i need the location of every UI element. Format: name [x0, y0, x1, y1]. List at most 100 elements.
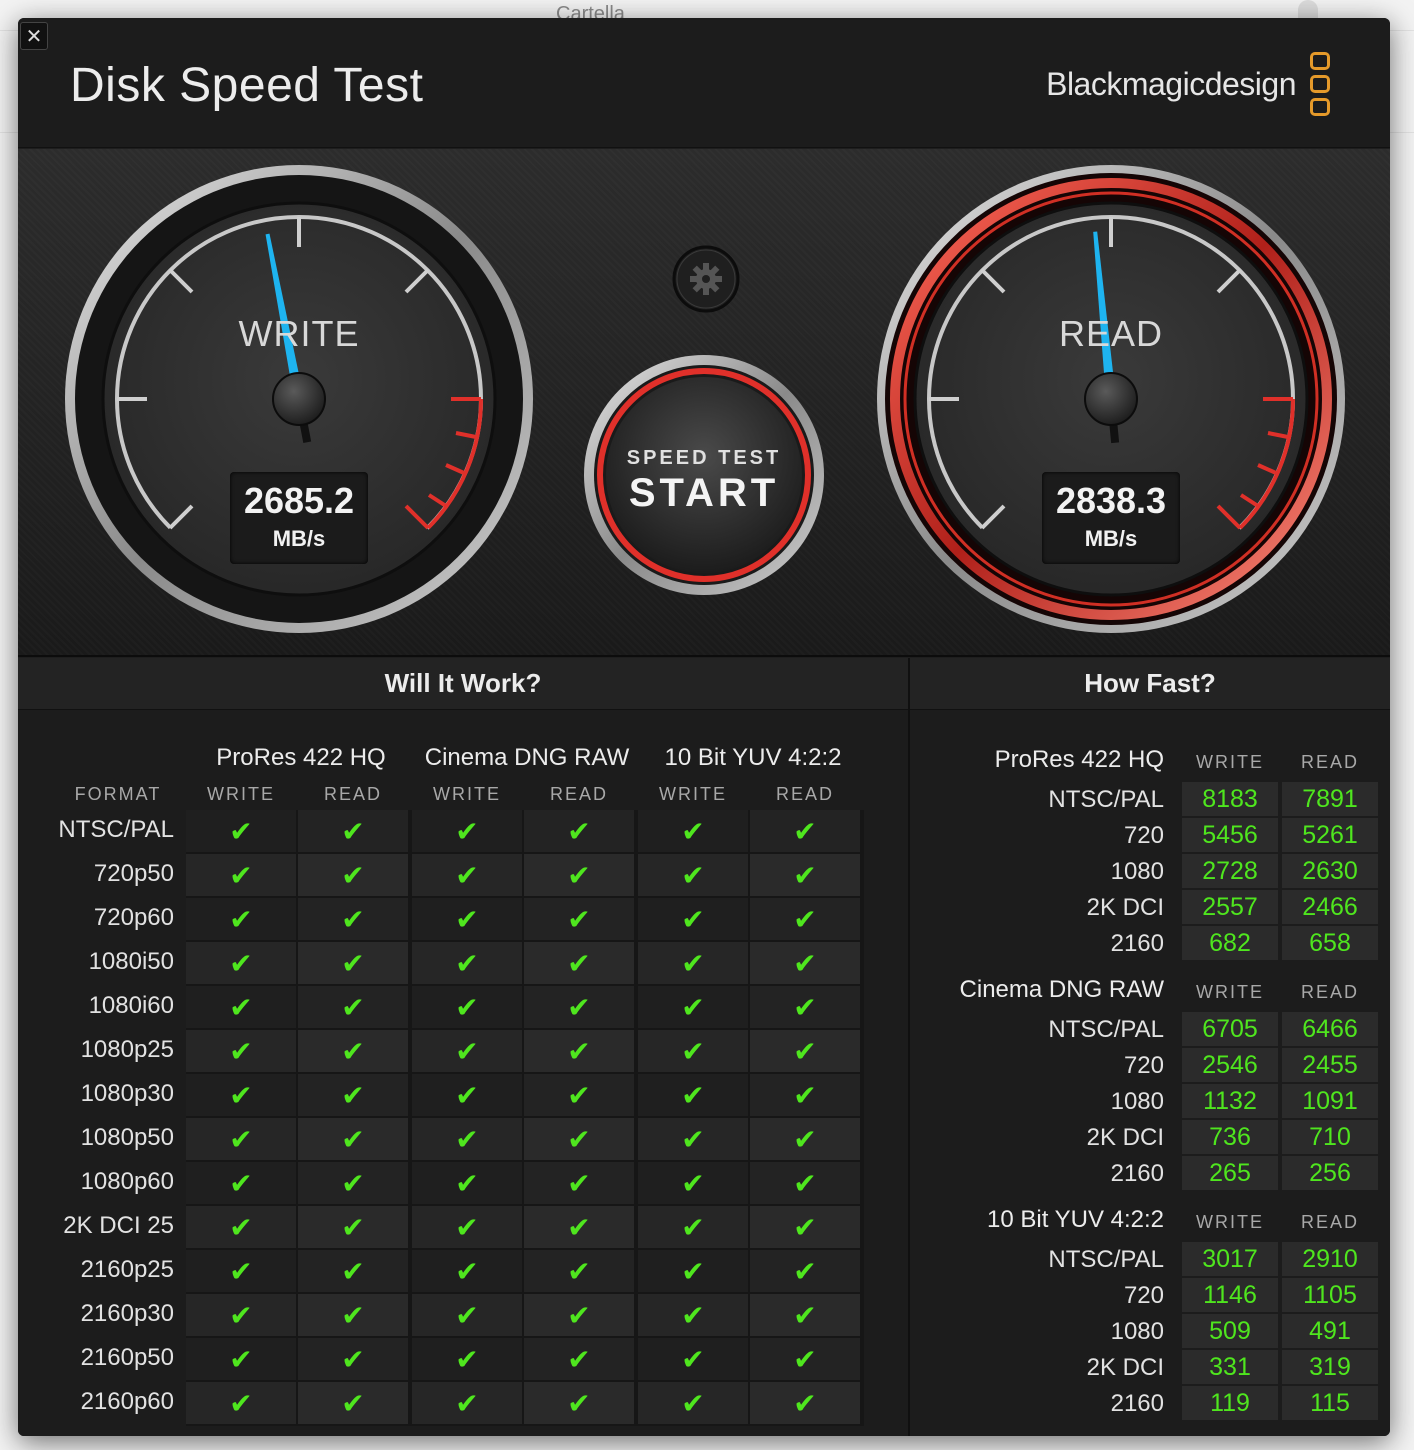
compatibility-cell: ✔	[638, 854, 748, 896]
check-icon: ✔	[793, 946, 817, 980]
compatibility-cell: ✔	[638, 1162, 748, 1204]
write-read-column-header: READ	[775, 784, 834, 804]
compatibility-cell: ✔	[412, 898, 522, 940]
how-fast-read-value: 2455	[1282, 1048, 1378, 1082]
how-fast-read-value: 2466	[1282, 890, 1378, 924]
check-icon: ✔	[341, 1078, 365, 1112]
how-fast-write-header: WRITE	[1196, 752, 1264, 772]
check-icon: ✔	[229, 1122, 253, 1156]
format-label: 1080p50	[80, 1124, 174, 1151]
how-fast-title: How Fast?	[910, 658, 1390, 710]
check-icon: ✔	[229, 946, 253, 980]
format-label: 1080p30	[80, 1080, 174, 1107]
how-fast-panel: ProRes 422 HQ WRITE READ NTSC/PAL 8183 7891 72…	[910, 710, 1390, 1436]
format-label: 2160p25	[80, 1256, 174, 1283]
compatibility-cell: ✔	[638, 986, 748, 1028]
compatibility-cell: ✔	[638, 1338, 748, 1380]
compatibility-cell: ✔	[524, 854, 634, 896]
compatibility-cell: ✔	[750, 1162, 860, 1204]
compatibility-cell: ✔	[298, 986, 408, 1028]
check-icon: ✔	[567, 1386, 591, 1420]
format-column-header: FORMAT	[74, 784, 162, 804]
compatibility-cell: ✔	[638, 810, 748, 852]
compatibility-cell: ✔	[412, 1118, 522, 1160]
how-fast-write-value: 1146	[1182, 1278, 1278, 1312]
will-it-work-panel: ProRes 422 HQ Cinema DNG RAW 10 Bit YUV 4:…	[18, 710, 908, 1436]
write-read-column-header: READ	[549, 784, 608, 804]
compatibility-cell: ✔	[412, 986, 522, 1028]
check-icon: ✔	[681, 858, 705, 892]
check-icon: ✔	[341, 1342, 365, 1376]
compatibility-cell: ✔	[412, 1250, 522, 1292]
how-fast-read-value: 6466	[1282, 1012, 1378, 1046]
codec-header: 10 Bit YUV 4:2:2	[664, 744, 842, 771]
compatibility-cell: ✔	[750, 854, 860, 896]
check-icon: ✔	[455, 902, 479, 936]
check-icon: ✔	[455, 990, 479, 1024]
compatibility-cell: ✔	[186, 1294, 296, 1336]
write-speed-unit: MB/s	[272, 526, 326, 551]
check-icon: ✔	[567, 902, 591, 936]
check-icon: ✔	[341, 1298, 365, 1332]
compatibility-cell: ✔	[186, 1338, 296, 1380]
how-fast-write-header: WRITE	[1196, 1212, 1264, 1232]
format-label: 1080p60	[80, 1168, 174, 1195]
compatibility-cell: ✔	[638, 1382, 748, 1424]
gear-icon[interactable]	[672, 245, 740, 313]
how-fast-resolution-label: 720	[1123, 1282, 1164, 1309]
check-icon: ✔	[229, 1078, 253, 1112]
check-icon: ✔	[229, 1298, 253, 1332]
check-icon: ✔	[229, 1342, 253, 1376]
how-fast-resolution-label: 2K DCI	[1086, 1124, 1164, 1151]
app-title: Disk Speed Test	[70, 59, 424, 112]
check-icon: ✔	[567, 1342, 591, 1376]
how-fast-read-header: READ	[1300, 1212, 1359, 1232]
compatibility-cell: ✔	[750, 1118, 860, 1160]
compatibility-cell: ✔	[524, 942, 634, 984]
check-icon: ✔	[793, 902, 817, 936]
format-label: 720p60	[93, 904, 174, 931]
check-icon: ✔	[793, 990, 817, 1024]
compatibility-cell: ✔	[298, 898, 408, 940]
compatibility-cell: ✔	[524, 1294, 634, 1336]
compatibility-cell: ✔	[298, 1382, 408, 1424]
compatibility-cell: ✔	[412, 942, 522, 984]
compatibility-cell: ✔	[298, 1118, 408, 1160]
check-icon: ✔	[793, 1254, 817, 1288]
how-fast-read-value: 1091	[1282, 1084, 1378, 1118]
compatibility-cell: ✔	[298, 1162, 408, 1204]
check-icon: ✔	[793, 1122, 817, 1156]
check-icon: ✔	[681, 1166, 705, 1200]
how-fast-write-value: 2728	[1182, 854, 1278, 888]
check-icon: ✔	[455, 1122, 479, 1156]
check-icon: ✔	[567, 858, 591, 892]
compatibility-cell: ✔	[186, 942, 296, 984]
how-fast-write-value: 119	[1182, 1386, 1278, 1420]
compatibility-cell: ✔	[524, 986, 634, 1028]
start-button-subtitle: SPEED TEST	[626, 447, 782, 469]
check-icon: ✔	[341, 1122, 365, 1156]
format-label: 2K DCI 25	[63, 1212, 174, 1239]
how-fast-write-value: 736	[1182, 1120, 1278, 1154]
how-fast-write-value: 331	[1182, 1350, 1278, 1384]
compatibility-cell: ✔	[524, 1206, 634, 1248]
compatibility-cell: ✔	[524, 1074, 634, 1116]
check-icon: ✔	[793, 1386, 817, 1420]
how-fast-read-value: 115	[1282, 1386, 1378, 1420]
check-icon: ✔	[681, 814, 705, 848]
how-fast-read-value: 2910	[1282, 1242, 1378, 1276]
check-icon: ✔	[455, 1034, 479, 1068]
how-fast-resolution-label: 2K DCI	[1086, 894, 1164, 921]
how-fast-resolution-label: 720	[1123, 822, 1164, 849]
compatibility-cell: ✔	[186, 986, 296, 1028]
check-icon: ✔	[681, 1342, 705, 1376]
check-icon: ✔	[567, 946, 591, 980]
compatibility-cell: ✔	[524, 810, 634, 852]
compatibility-cell: ✔	[298, 1206, 408, 1248]
check-icon: ✔	[681, 1034, 705, 1068]
how-fast-write-value: 3017	[1182, 1242, 1278, 1276]
close-button[interactable]: ✕	[20, 22, 48, 50]
brand-name: Blackmagicdesign	[1046, 66, 1296, 102]
how-fast-write-header: WRITE	[1196, 982, 1264, 1002]
how-fast-resolution-label: NTSC/PAL	[1048, 786, 1164, 813]
